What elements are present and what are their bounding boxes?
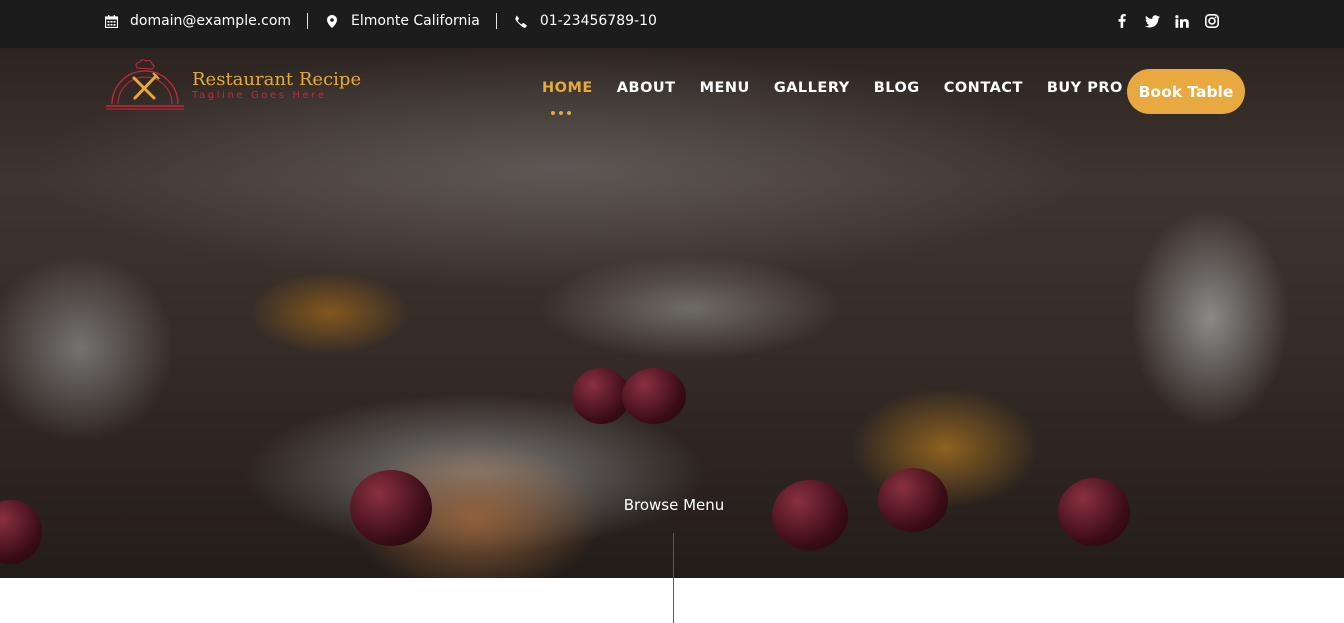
nav-label: GALLERY xyxy=(773,80,850,96)
location-text: Elmonte California xyxy=(351,13,480,29)
divider xyxy=(307,13,309,29)
twitter-icon[interactable] xyxy=(1144,13,1160,29)
cherry-decoration xyxy=(1058,478,1130,546)
calendar-icon xyxy=(104,14,118,28)
social-links xyxy=(1114,13,1220,29)
email-text: domain@example.com xyxy=(130,13,292,29)
nav-item-menu[interactable]: MENU xyxy=(700,80,750,96)
contact-info: domain@example.com Elmonte California 01… xyxy=(104,0,657,42)
nav-item-about[interactable]: ABOUT xyxy=(617,80,676,96)
scroll-indicator-line xyxy=(673,533,674,623)
nav-item-gallery[interactable]: GALLERY xyxy=(774,80,850,96)
logo-title: Restaurant Recipe xyxy=(192,69,362,90)
site-logo[interactable]: Restaurant Recipe Tagline Goes Here xyxy=(104,58,364,114)
nav-label: BLOG xyxy=(873,80,920,96)
phone-text: 01-23456789-10 xyxy=(539,13,657,29)
browse-menu-link[interactable]: Browse Menu xyxy=(600,496,748,514)
cherry-decoration xyxy=(622,368,686,424)
main-nav: HOME ABOUT MENU GALLERY BLOG CONTACT BUY… xyxy=(542,80,1147,115)
nav-item-buy-pro[interactable]: BUY PRO xyxy=(1047,80,1123,96)
cherry-decoration xyxy=(878,468,948,532)
book-table-button[interactable]: Book Table xyxy=(1127,69,1245,114)
nav-item-blog[interactable]: BLOG xyxy=(874,80,920,96)
nav-label: ABOUT xyxy=(616,80,676,96)
email-item[interactable]: domain@example.com xyxy=(104,13,291,29)
logo-tagline: Tagline Goes Here xyxy=(192,90,327,101)
nav-label: BUY PRO xyxy=(1046,80,1123,96)
facebook-icon[interactable] xyxy=(1114,13,1130,29)
phone-icon xyxy=(514,14,528,28)
top-bar: domain@example.com Elmonte California 01… xyxy=(0,0,1344,48)
cherry-decoration xyxy=(772,480,848,550)
phone-item[interactable]: 01-23456789-10 xyxy=(514,13,657,29)
location-item: Elmonte California xyxy=(325,13,480,29)
nav-label: MENU xyxy=(699,80,750,96)
cherry-decoration xyxy=(350,470,432,546)
cloche-cutlery-logo-icon xyxy=(106,59,184,110)
instagram-icon[interactable] xyxy=(1204,13,1220,29)
linkedin-icon[interactable] xyxy=(1174,13,1190,29)
nav-item-contact[interactable]: CONTACT xyxy=(944,80,1023,96)
nav-item-home[interactable]: HOME xyxy=(542,80,593,115)
nav-label: CONTACT xyxy=(943,80,1023,96)
map-pin-icon xyxy=(325,14,339,28)
cherry-decoration xyxy=(0,500,42,564)
active-indicator-dots xyxy=(551,111,571,115)
divider xyxy=(495,13,497,29)
nav-label: HOME xyxy=(542,80,593,96)
